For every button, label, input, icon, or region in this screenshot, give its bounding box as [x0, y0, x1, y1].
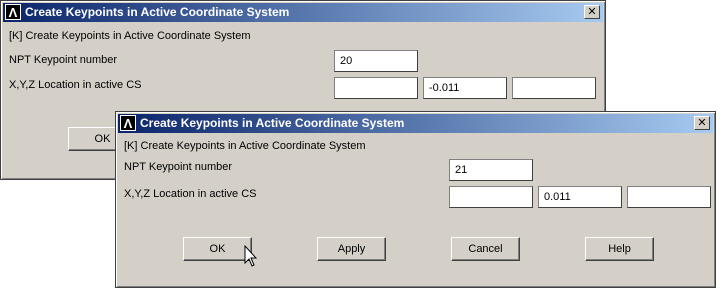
dialog-title: Create Keypoints in Active Coordinate Sy…	[140, 116, 405, 130]
close-icon[interactable]: ✕	[694, 116, 710, 130]
ok-button[interactable]: OK	[183, 237, 252, 261]
apply-button[interactable]: Apply	[317, 237, 386, 261]
keypoint-number-input[interactable]: 20	[334, 50, 418, 72]
title-bar[interactable]: Λ Create Keypoints in Active Coordinate …	[3, 3, 603, 22]
dialog-title: Create Keypoints in Active Coordinate Sy…	[25, 5, 290, 19]
close-icon[interactable]: ✕	[584, 5, 600, 19]
xyz-label: X,Y,Z Location in active CS	[124, 188, 257, 200]
z-location-input[interactable]	[512, 77, 596, 99]
ansys-app-icon: Λ	[120, 115, 136, 131]
mouse-pointer-icon	[244, 245, 258, 267]
title-bar[interactable]: Λ Create Keypoints in Active Coordinate …	[118, 114, 713, 133]
x-location-input[interactable]	[449, 186, 533, 208]
y-location-input[interactable]: 0.011	[538, 186, 622, 208]
command-header: [K] Create Keypoints in Active Coordinat…	[124, 140, 366, 152]
z-location-input[interactable]	[627, 186, 711, 208]
y-location-input[interactable]: -0.011	[423, 77, 507, 99]
command-header: [K] Create Keypoints in Active Coordinat…	[9, 30, 251, 42]
xyz-label: X,Y,Z Location in active CS	[9, 79, 142, 91]
npt-label: NPT Keypoint number	[9, 54, 118, 66]
help-button[interactable]: Help	[585, 237, 654, 261]
keypoint-number-input[interactable]: 21	[449, 159, 533, 181]
cancel-button[interactable]: Cancel	[451, 237, 520, 261]
npt-label: NPT Keypoint number	[124, 161, 233, 173]
x-location-input[interactable]	[334, 77, 418, 99]
create-keypoints-dialog-front: Λ Create Keypoints in Active Coordinate …	[115, 111, 716, 288]
ansys-app-icon: Λ	[5, 4, 21, 20]
